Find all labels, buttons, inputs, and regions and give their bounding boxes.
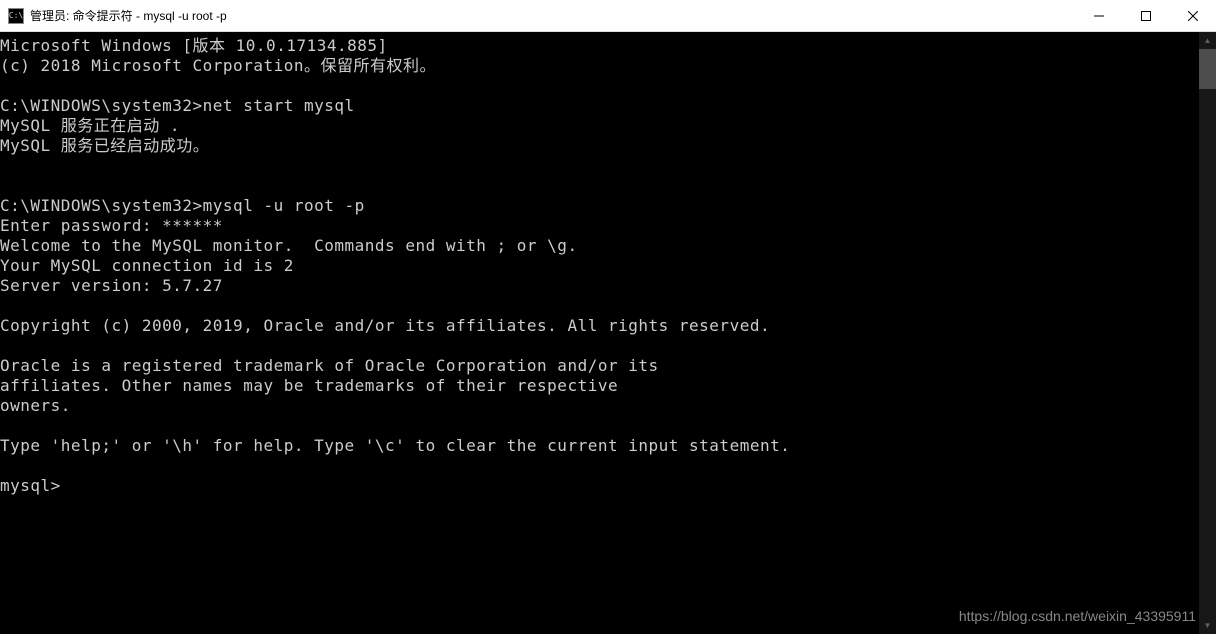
scroll-up-button[interactable]: ▲: [1199, 32, 1216, 49]
terminal-area[interactable]: Microsoft Windows [版本 10.0.17134.885] (c…: [0, 32, 1216, 634]
cmd-icon: C:\: [8, 8, 24, 24]
scroll-track[interactable]: [1199, 49, 1216, 617]
close-button[interactable]: [1169, 0, 1216, 31]
minimize-button[interactable]: [1075, 0, 1122, 31]
terminal-output[interactable]: Microsoft Windows [版本 10.0.17134.885] (c…: [0, 32, 1199, 634]
titlebar: C:\ 管理员: 命令提示符 - mysql -u root -p: [0, 0, 1216, 32]
scroll-down-button[interactable]: ▼: [1199, 617, 1216, 634]
watermark: https://blog.csdn.net/weixin_43395911: [959, 608, 1196, 624]
window-title: 管理员: 命令提示符 - mysql -u root -p: [30, 7, 227, 24]
scrollbar[interactable]: ▲ ▼: [1199, 32, 1216, 634]
maximize-button[interactable]: [1122, 0, 1169, 31]
titlebar-left: C:\ 管理员: 命令提示符 - mysql -u root -p: [0, 7, 227, 24]
titlebar-controls: [1075, 0, 1216, 31]
scroll-thumb[interactable]: [1199, 49, 1216, 89]
